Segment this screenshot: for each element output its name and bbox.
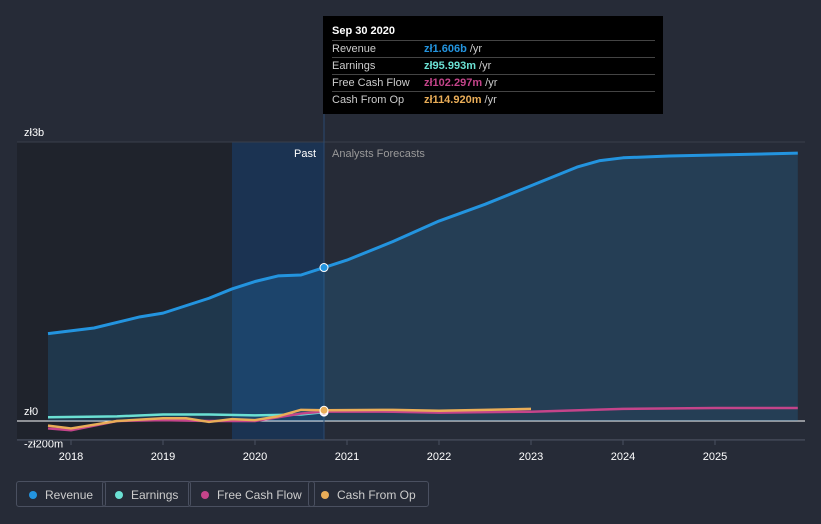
tooltip-value: zł1.606b /yr xyxy=(424,43,483,55)
legend-earnings[interactable]: Earnings xyxy=(102,481,192,507)
y-tick-label: zł0 xyxy=(24,406,38,418)
legend-dot-icon xyxy=(201,491,209,499)
tooltip-label: Cash From Op xyxy=(332,94,405,106)
tooltip-value: zł114.920m /yr xyxy=(424,94,497,106)
legend-label: Free Cash Flow xyxy=(217,488,302,502)
legend-label: Cash From Op xyxy=(337,488,416,502)
forecast-label: Analysts Forecasts xyxy=(332,148,425,160)
tooltip-value: zł95.993m /yr xyxy=(424,60,492,72)
y-tick-label: zł3b xyxy=(24,127,44,139)
legend-dot-icon xyxy=(29,491,37,499)
x-tick-label: 2020 xyxy=(243,451,267,463)
tooltip-label: Free Cash Flow xyxy=(332,77,410,89)
x-tick-label: 2022 xyxy=(427,451,451,463)
legend-revenue[interactable]: Revenue xyxy=(16,481,107,507)
x-tick-label: 2021 xyxy=(335,451,359,463)
past-label: Past xyxy=(294,148,316,160)
legend-label: Earnings xyxy=(131,488,179,502)
tooltip-label: Revenue xyxy=(332,43,377,55)
tooltip-row: Cash From Op zł114.920m /yr xyxy=(332,91,655,109)
x-tick-label: 2018 xyxy=(59,451,83,463)
chart-container: zł3b zł0 -zł200m 2018 2019 2020 2021 2022 2023 20… xyxy=(0,0,821,524)
legend-dot-icon xyxy=(115,491,123,499)
cash-from-op-marker xyxy=(319,405,329,415)
x-tick-label: 2025 xyxy=(703,451,727,463)
x-tick-label: 2019 xyxy=(151,451,175,463)
legend-label: Revenue xyxy=(45,488,94,502)
tooltip-row: Revenue zł1.606b /yr xyxy=(332,40,655,58)
tooltip-value: zł102.297m /yr xyxy=(424,77,498,89)
legend-dot-icon xyxy=(321,491,329,499)
tooltip-row: Free Cash Flow zł102.297m /yr xyxy=(332,74,655,92)
tooltip: Sep 30 2020 Revenue zł1.606b /yr Earnings z… xyxy=(323,16,663,114)
revenue-marker xyxy=(319,263,329,273)
tooltip-row: Earnings zł95.993m /yr xyxy=(332,57,655,75)
tooltip-date: Sep 30 2020 xyxy=(332,25,395,37)
legend-free-cash-flow[interactable]: Free Cash Flow xyxy=(188,481,315,507)
legend-cash-from-op[interactable]: Cash From Op xyxy=(308,481,429,507)
x-tick-label: 2023 xyxy=(519,451,543,463)
x-tick-label: 2024 xyxy=(611,451,635,463)
tooltip-label: Earnings xyxy=(332,60,376,72)
